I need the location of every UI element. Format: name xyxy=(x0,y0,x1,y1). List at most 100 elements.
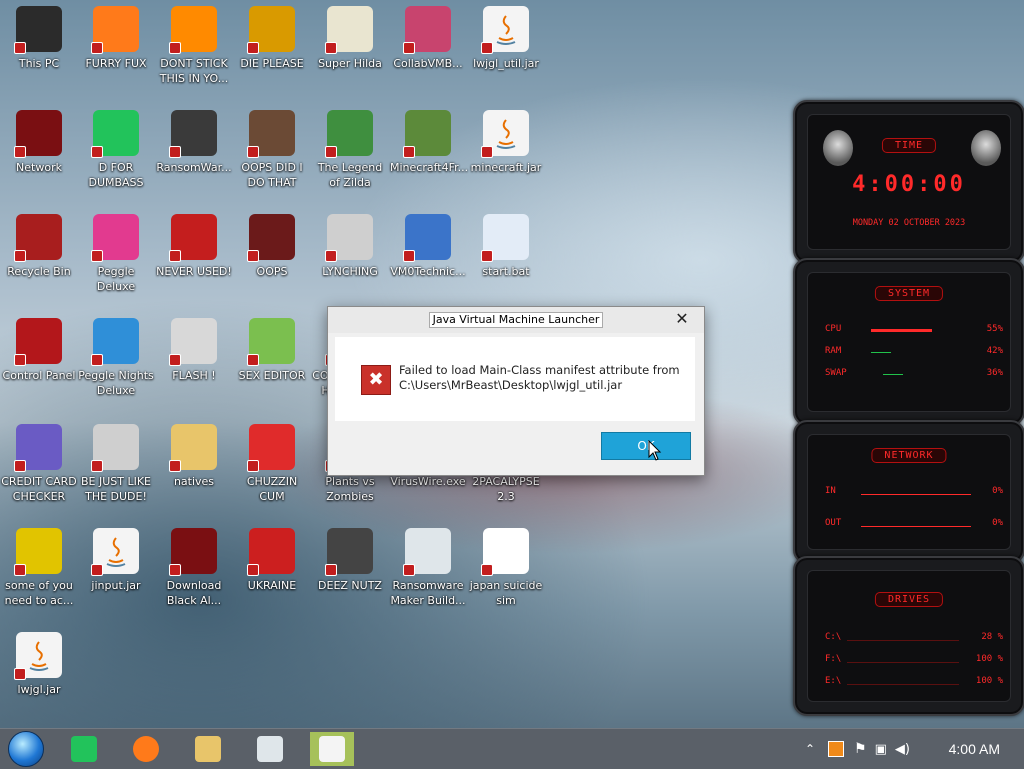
desktop-icon[interactable]: Peggle Nights Deluxe xyxy=(78,318,154,398)
desktop-icon[interactable]: DEEZ NUTZ xyxy=(312,528,388,593)
ok-button[interactable]: OK xyxy=(601,432,691,460)
green-app-icon xyxy=(71,736,97,762)
desktop-icon[interactable]: Recycle Bin xyxy=(1,214,77,279)
desktop-icon-label: OOPS xyxy=(256,265,288,278)
desktop-icon-label: NEVER USED! xyxy=(156,265,232,278)
desktop-icon-label: VirusWire.exe xyxy=(390,475,466,488)
desktop-icon-label: RansomWar... xyxy=(156,161,232,174)
taskbar-clock[interactable]: 4:00 AM xyxy=(949,729,1000,769)
desktop-icon-label: BE JUST LIKE THE DUDE! xyxy=(80,475,152,503)
close-icon[interactable]: ✕ xyxy=(674,310,690,328)
file-explorer-icon xyxy=(195,736,221,762)
shortcut-arrow-icon xyxy=(14,146,26,158)
desktop-icon[interactable]: CREDIT CARD CHECKER xyxy=(1,424,77,504)
drive-usage-value: 100 % xyxy=(975,654,1003,664)
dog-icon xyxy=(14,528,62,576)
dialog-title: Java Virtual Machine Launcher xyxy=(428,312,604,328)
widget-clock: 4:00:00 xyxy=(852,172,966,197)
desktop-icon-label: Peggle Deluxe xyxy=(96,265,136,293)
desktop-icon[interactable]: Download Black Al... xyxy=(156,528,232,608)
desktop-icon[interactable]: FLASH ! xyxy=(156,318,232,383)
desktop-icon[interactable]: lwjgl.jar xyxy=(1,632,77,697)
firefox-icon xyxy=(91,6,139,54)
drive-usage-track xyxy=(847,684,959,685)
desktop-icon[interactable]: This PC xyxy=(1,6,77,71)
flash-icon xyxy=(169,318,217,366)
warning-app-icon[interactable] xyxy=(828,741,844,757)
shortcut-arrow-icon xyxy=(14,42,26,54)
desktop-icon[interactable]: DONT STICK THIS IN YO... xyxy=(156,6,232,86)
desktop-icon[interactable]: UKRAINE xyxy=(234,528,310,593)
desktop-icon[interactable]: CollabVMB... xyxy=(390,6,466,71)
desktop-icon[interactable]: natives xyxy=(156,424,232,489)
desktop-icon[interactable]: BE JUST LIKE THE DUDE! xyxy=(78,424,154,504)
dialog-titlebar[interactable]: Java Virtual Machine Launcher ✕ xyxy=(328,307,704,333)
desktop-icon[interactable]: Minecraft4Fr... xyxy=(390,110,468,175)
widget-network-panel: NETWORK IN 0% OUT 0% xyxy=(793,420,1024,564)
desktop-icon[interactable]: Peggle Deluxe xyxy=(78,214,154,294)
desktop-icon[interactable]: DIE PLEASE xyxy=(234,6,310,71)
desktop-icon[interactable]: CHUZZIN CUM xyxy=(234,424,310,504)
error-message: Failed to load Main-Class manifest attri… xyxy=(399,363,689,393)
desktop-icon[interactable]: Network xyxy=(1,110,77,175)
desktop-icon-label: start.bat xyxy=(482,265,530,278)
desktop-icon[interactable]: OOPS xyxy=(234,214,310,279)
desktop-icon[interactable]: VM0Technic... xyxy=(390,214,466,279)
desktop-icon[interactable]: SEX EDITOR xyxy=(234,318,310,383)
desktop-icon[interactable]: NEVER USED! xyxy=(156,214,232,279)
shortcut-arrow-icon xyxy=(91,354,103,366)
desktop-icon[interactable]: OOPS DID I DO THAT xyxy=(234,110,310,190)
taskbar-button[interactable] xyxy=(310,732,354,766)
desktop-icon[interactable]: some of you need to ac... xyxy=(1,528,77,608)
shortcut-arrow-icon xyxy=(403,564,415,576)
taskbar-button[interactable] xyxy=(186,732,230,766)
desktop-icon[interactable]: minecraft.jar xyxy=(468,110,544,175)
desktop-icon[interactable]: FURRY FUX xyxy=(78,6,154,71)
shortcut-arrow-icon xyxy=(91,564,103,576)
desktop-icon[interactable]: lwjgl_util.jar xyxy=(468,6,544,71)
taskbar-button[interactable] xyxy=(62,732,106,766)
desktop-icon[interactable]: LYNCHING xyxy=(312,214,388,279)
desktop-icon-label: minecraft.jar xyxy=(470,161,542,174)
desktop-icon[interactable]: start.bat xyxy=(468,214,544,279)
desktop-icon[interactable]: RansomWar... xyxy=(156,110,232,175)
java-icon xyxy=(14,632,62,680)
network-icon[interactable]: ▣ xyxy=(875,742,887,757)
desktop-icon[interactable]: Ransomware Maker Build... xyxy=(390,528,466,608)
shortcut-arrow-icon xyxy=(14,668,26,680)
desktop-icon[interactable]: japan suicide sim xyxy=(468,528,544,608)
desktop-icon-label: FURRY FUX xyxy=(85,57,147,70)
desktop-icon-label: natives xyxy=(173,475,215,488)
de-logo-icon xyxy=(247,6,295,54)
shortcut-arrow-icon xyxy=(91,250,103,262)
shortcut-arrow-icon xyxy=(325,564,337,576)
taskbar-button[interactable] xyxy=(124,732,168,766)
volume-icon[interactable]: ◀) xyxy=(895,742,910,757)
app-window-icon xyxy=(257,736,283,762)
skull-icon xyxy=(169,110,217,158)
flag-icon[interactable]: ⚑ xyxy=(854,741,867,757)
system-usage-bar xyxy=(871,352,891,353)
chevron-up-icon[interactable]: ⌃ xyxy=(800,742,820,756)
taskbar-button[interactable] xyxy=(4,731,48,767)
game-cover-icon xyxy=(481,528,529,576)
desktop-icon[interactable]: Control Panel xyxy=(1,318,77,383)
firefox-icon xyxy=(133,736,159,762)
desktop-icon[interactable]: jinput.jar xyxy=(78,528,154,593)
error-message-line1: Failed to load Main-Class manifest attri… xyxy=(399,363,680,377)
network-stat-label: OUT xyxy=(825,518,842,528)
desktop-icon[interactable]: D FOR DUMBASS xyxy=(78,110,154,190)
chuzzle-icon xyxy=(247,424,295,472)
desktop-icon[interactable]: Super Hilda xyxy=(312,6,388,71)
network-stat-label: IN xyxy=(825,486,836,496)
desktop-icon-label: Peggle Nights Deluxe xyxy=(78,369,154,397)
taskbar-button[interactable] xyxy=(248,732,292,766)
shortcut-arrow-icon xyxy=(247,250,259,262)
pixel-hero-icon xyxy=(325,110,373,158)
network-activity-graph xyxy=(861,526,971,527)
desktop-icon[interactable]: The Legend of Zilda xyxy=(312,110,388,190)
network-stat-value: 0% xyxy=(992,518,1003,528)
desktop-icon-label: D FOR DUMBASS xyxy=(88,161,144,189)
widget-system-panel: SYSTEM CPU 55% RAM 42% SWAP 36% xyxy=(793,258,1024,426)
desktop-icon-label: VM0Technic... xyxy=(390,265,466,278)
